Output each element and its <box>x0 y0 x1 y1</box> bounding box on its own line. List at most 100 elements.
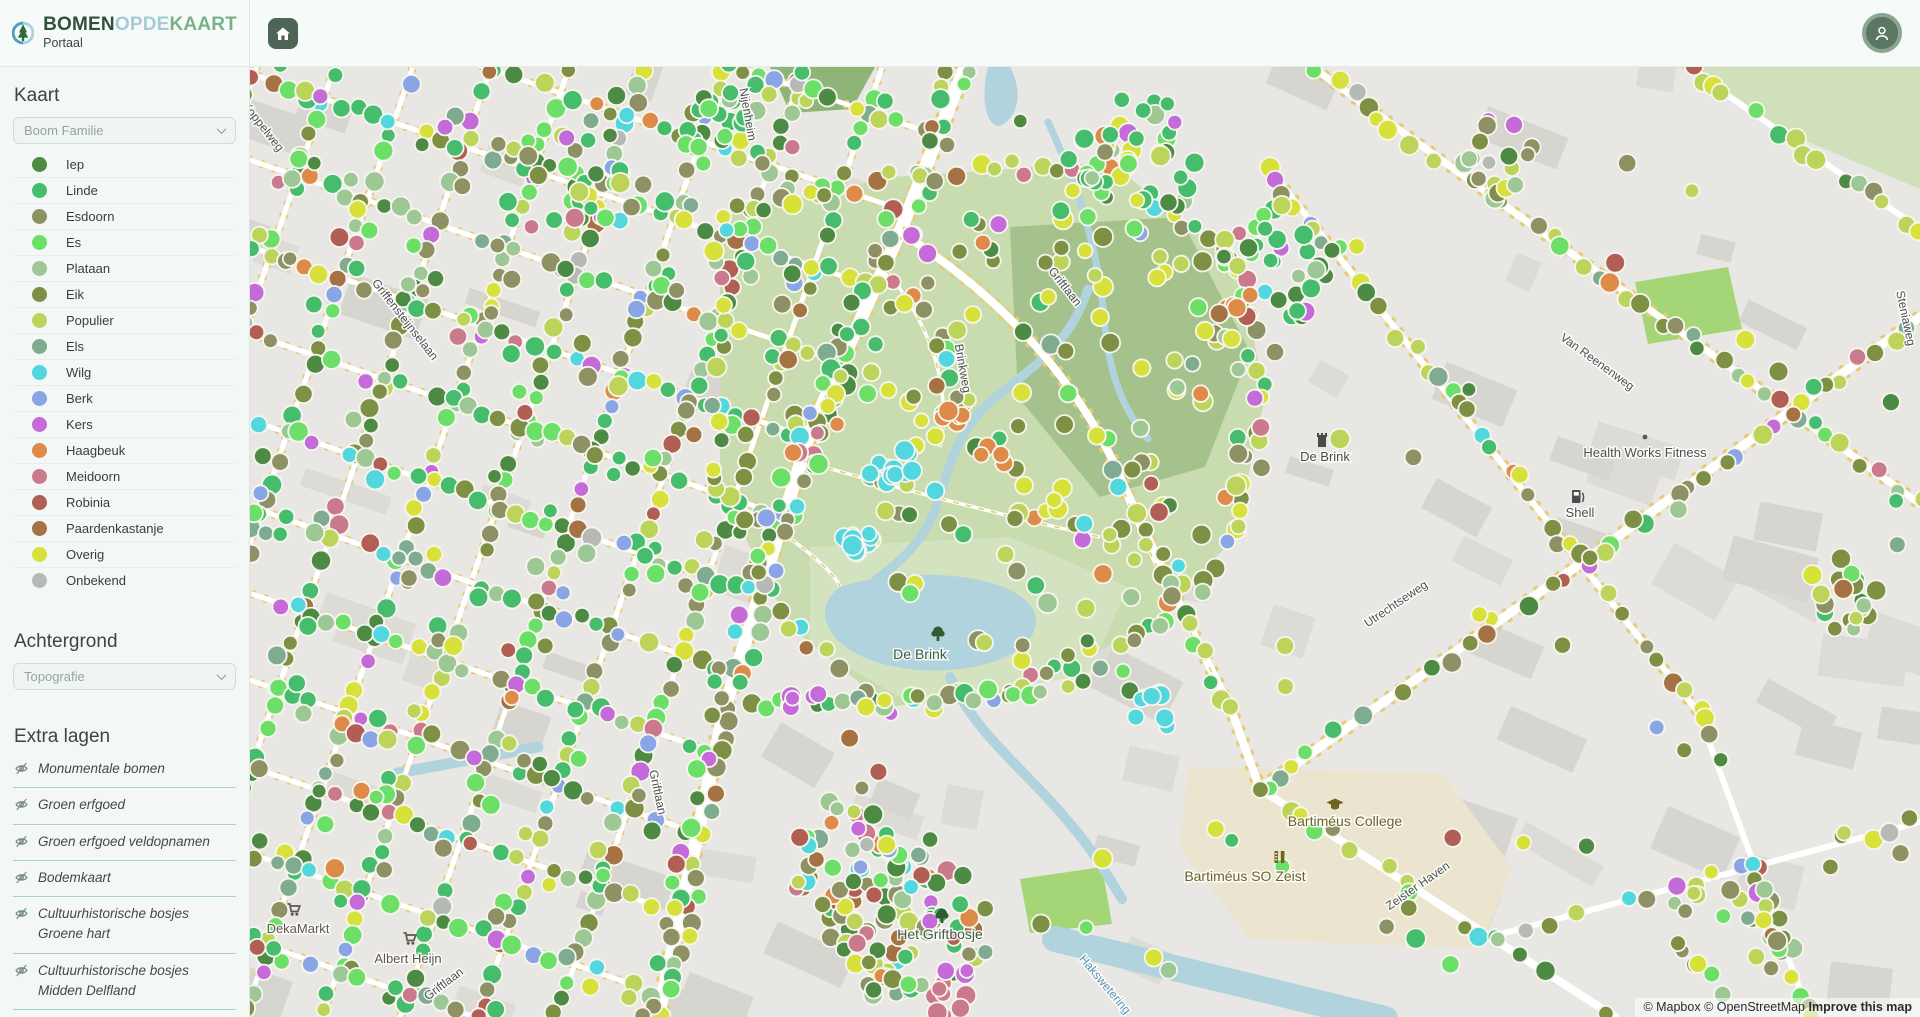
legend-item-linde[interactable]: Linde <box>13 178 236 204</box>
sidebar: BOMENOPDEKAART Portaal Kaart Boom Famili… <box>0 0 250 1017</box>
legend-item-es[interactable]: Es <box>13 230 236 256</box>
extra-lagen-heading: Extra lagen <box>14 726 236 748</box>
achtergrond-heading: Achtergrond <box>14 631 236 653</box>
layer-toggle-cultuurhistorische-bosjes[interactable]: Cultuurhistorische bosjesMidden Delfland <box>13 954 236 1011</box>
map-canvas[interactable]: KoppelwegGriffensteijnselaanNijenheimGri… <box>250 67 1920 1017</box>
main-area: KoppelwegGriffensteijnselaanNijenheimGri… <box>250 0 1920 1017</box>
kaart-heading: Kaart <box>14 85 236 107</box>
legend-item-els[interactable]: Els <box>13 334 236 360</box>
legend-color-dot <box>32 183 47 198</box>
legend-item-robinia[interactable]: Robinia <box>13 490 236 516</box>
legend-label: Esdoorn <box>66 209 114 224</box>
legend-item-paardenkastanje[interactable]: Paardenkastanje <box>13 516 236 542</box>
legend-color-dot <box>32 573 47 588</box>
layer-toggle-groen-erfgoed-veldopnamen[interactable]: Groen erfgoed veldopnamen <box>13 825 236 861</box>
layer-toggle-cultuurhistorische-bosjes[interactable]: Cultuurhistorische bosjesGroene hart <box>13 897 236 954</box>
legend-color-dot <box>32 391 47 406</box>
map-label-shell: Shell <box>1566 505 1595 520</box>
legend-color-dot <box>32 157 47 172</box>
legend-item-iep[interactable]: Iep <box>13 152 236 178</box>
layer-label: Cultuurhistorische bosjesGroene hart <box>38 904 189 945</box>
legend-item-plataan[interactable]: Plataan <box>13 256 236 282</box>
layer-label: Cultuurhistorische bosjesMidden Delfland <box>38 961 189 1002</box>
legend-color-dot <box>32 547 47 562</box>
legend-color-dot <box>32 287 47 302</box>
layer-toggle-monumentale-bomen[interactable]: Monumentale bomen <box>13 752 236 788</box>
layer-toggle-fijnstof[interactable]: Fijnstof <box>13 1010 236 1017</box>
map-label-bartimeus-so-zeist: Bartiméus SO Zeist <box>1184 868 1305 884</box>
legend-item-meidoorn[interactable]: Meidoorn <box>13 464 236 490</box>
legend-label: Els <box>66 339 84 354</box>
improve-map-link[interactable]: Improve this map <box>1809 1000 1913 1014</box>
legend-label: Plataan <box>66 261 110 276</box>
legend-item-populier[interactable]: Populier <box>13 308 236 334</box>
chevron-down-icon <box>217 124 227 134</box>
legend-label: Wilg <box>66 365 91 380</box>
legend-label: Populier <box>66 313 114 328</box>
layer-label: Monumentale bomen <box>38 759 165 779</box>
legend-color-dot <box>32 495 47 510</box>
legend-item-wilg[interactable]: Wilg <box>13 360 236 386</box>
legend-item-onbekend[interactable]: Onbekend <box>13 568 236 593</box>
logo-text: BOMENOPDEKAART Portaal <box>43 15 237 50</box>
boom-familie-value: Boom Familie <box>24 123 103 138</box>
chevron-down-icon <box>217 670 227 680</box>
eye-off-icon <box>15 798 28 811</box>
legend-color-dot <box>32 339 47 354</box>
extra-layers-list: Monumentale bomen Groen erfgoed Groen erfg… <box>13 752 236 1017</box>
dot-icon <box>1643 435 1648 440</box>
map-label-dekamarkt: DekaMarkt <box>267 921 330 936</box>
legend-label: Kers <box>66 417 93 432</box>
legend-color-dot <box>32 443 47 458</box>
legend-item-haagbeuk[interactable]: Haagbeuk <box>13 438 236 464</box>
map-label-albert-heijn: Albert Heijn <box>374 951 441 966</box>
map-attribution: © Mapbox © OpenStreetMap Improve this ma… <box>1635 998 1920 1017</box>
legend-color-dot <box>32 235 47 250</box>
layer-toggle-bodemkaart[interactable]: Bodemkaart <box>13 861 236 897</box>
legend-color-dot <box>32 469 47 484</box>
legend-color-dot <box>32 209 47 224</box>
layer-label: Groen erfgoed veldopnamen <box>38 832 210 852</box>
map-label-het-griftbosje: Het Griftbosje <box>897 926 983 942</box>
logo-row: BOMENOPDEKAART Portaal <box>0 0 249 67</box>
map-label-de-brink: De Brink <box>893 646 948 662</box>
boom-familie-select[interactable]: Boom Familie <box>13 117 236 144</box>
legend-label: Meidoorn <box>66 469 120 484</box>
layer-label: Groen erfgoed <box>38 795 125 815</box>
legend-item-overig[interactable]: Overig <box>13 542 236 568</box>
legend-color-dot <box>32 417 47 432</box>
app-title: BOMENOPDEKAART <box>43 15 237 35</box>
legend-color-dot <box>32 261 47 276</box>
legend-label: Berk <box>66 391 93 406</box>
eye-off-icon <box>15 762 28 775</box>
layer-toggle-groen-erfgoed[interactable]: Groen erfgoed <box>13 788 236 824</box>
map-container: KoppelwegGriffensteijnselaanNijenheimGri… <box>250 67 1920 1017</box>
legend-item-kers[interactable]: Kers <box>13 412 236 438</box>
legend-label: Paardenkastanje <box>66 521 164 536</box>
map-label-de-brink-monument: De Brink <box>1300 449 1350 464</box>
user-icon <box>1873 24 1891 42</box>
home-button[interactable] <box>268 18 298 49</box>
legend-label: Robinia <box>66 495 110 510</box>
home-icon <box>275 26 291 41</box>
osm-attribution-link[interactable]: © OpenStreetMap <box>1704 1000 1805 1014</box>
legend-label: Onbekend <box>66 573 126 588</box>
layer-label: Bodemkaart <box>38 868 111 888</box>
legend-label: Es <box>66 235 81 250</box>
mapbox-attribution-link[interactable]: © Mapbox <box>1643 1000 1700 1014</box>
map-label-health-works-fitness: Health Works Fitness <box>1583 445 1707 460</box>
achtergrond-select[interactable]: Topografie <box>13 663 236 690</box>
legend-color-dot <box>32 313 47 328</box>
legend-item-berk[interactable]: Berk <box>13 386 236 412</box>
legend-label: Eik <box>66 287 84 302</box>
legend-label: Iep <box>66 157 84 172</box>
legend-color-dot <box>32 521 47 536</box>
eye-off-icon <box>15 871 28 884</box>
user-menu-button[interactable] <box>1862 13 1902 53</box>
legend-item-esdoorn[interactable]: Esdoorn <box>13 204 236 230</box>
eye-off-icon <box>15 964 28 977</box>
legend-item-eik[interactable]: Eik <box>13 282 236 308</box>
legend-label: Linde <box>66 183 98 198</box>
tower-icon <box>1317 433 1327 447</box>
eye-off-icon <box>15 835 28 848</box>
